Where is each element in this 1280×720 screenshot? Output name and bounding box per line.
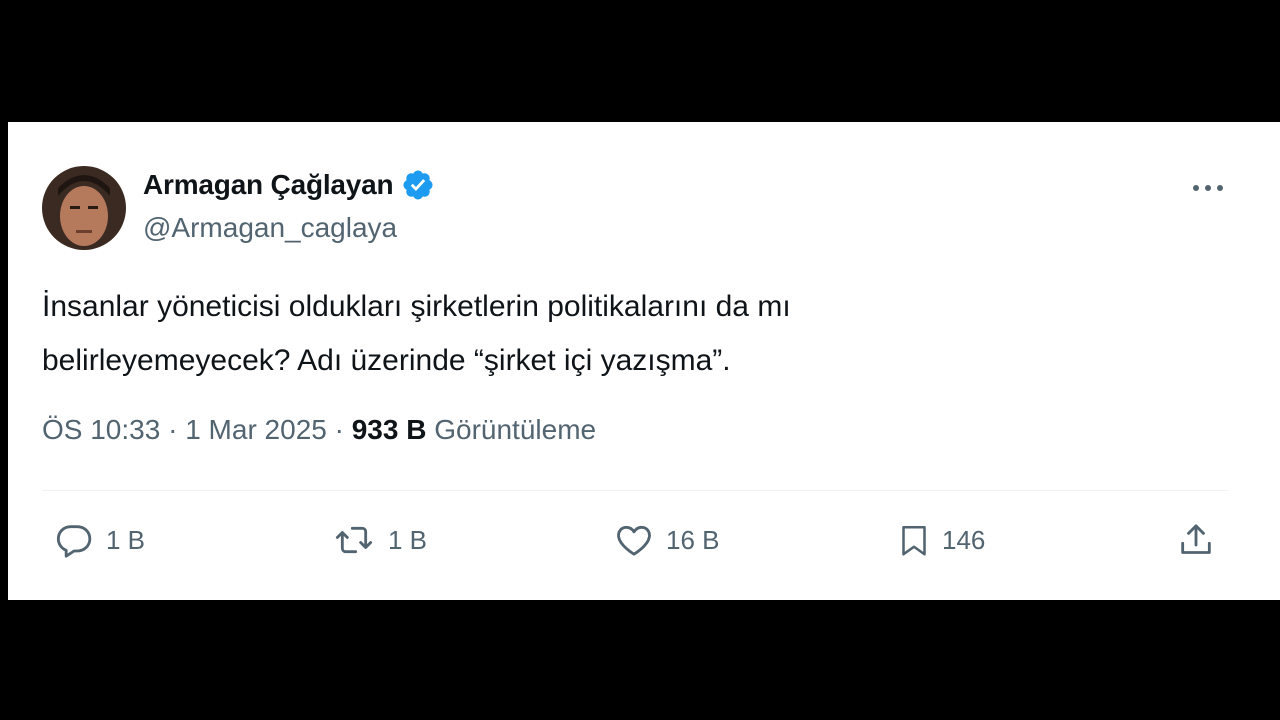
- tweet-card: Armagan Çağlayan @Armagan_caglaya İnsanl…: [8, 122, 1280, 600]
- retweet-icon: [335, 526, 373, 554]
- meta-separator: ·: [334, 414, 344, 445]
- tweet-text: İnsanlar yöneticisi oldukları şirketleri…: [42, 280, 1042, 388]
- like-icon: [617, 525, 651, 556]
- author-name[interactable]: Armagan Çağlayan: [143, 169, 394, 201]
- verified-badge-icon: [403, 170, 433, 200]
- tweet-text-line: İnsanlar yöneticisi oldukları şirketleri…: [42, 290, 791, 323]
- bookmark-button[interactable]: 146: [896, 520, 985, 560]
- reply-icon: [56, 525, 92, 558]
- retweet-count: 1 B: [388, 524, 428, 555]
- share-button[interactable]: [1176, 520, 1216, 560]
- views-label[interactable]: Görüntüleme: [434, 414, 596, 445]
- retweet-button[interactable]: 1 B: [330, 520, 427, 560]
- reply-button[interactable]: 1 B: [52, 520, 145, 560]
- meta-separator: ·: [168, 414, 178, 445]
- divider: [42, 490, 1228, 491]
- share-icon: [1181, 524, 1211, 554]
- views-count[interactable]: 933 B: [352, 414, 427, 445]
- bookmark-icon: [902, 525, 926, 556]
- tweet-text-line: belirleyemeyecek? Adı üzerinde “şirket i…: [42, 344, 731, 377]
- reply-count: 1 B: [106, 524, 146, 555]
- author-handle[interactable]: @Armagan_caglaya: [143, 212, 397, 244]
- like-count: 16 B: [666, 524, 720, 555]
- tweet-meta: ÖS 10:33 · 1 Mar 2025 · 933 B Görüntülem…: [42, 414, 596, 446]
- tweet-time[interactable]: ÖS 10:33: [42, 414, 160, 445]
- more-icon[interactable]: [1188, 174, 1228, 202]
- like-button[interactable]: 16 B: [612, 520, 720, 560]
- author-name-row: Armagan Çağlayan: [143, 168, 435, 202]
- avatar[interactable]: [42, 166, 126, 250]
- bookmark-count: 146: [942, 524, 986, 555]
- tweet-date[interactable]: 1 Mar 2025: [185, 414, 327, 445]
